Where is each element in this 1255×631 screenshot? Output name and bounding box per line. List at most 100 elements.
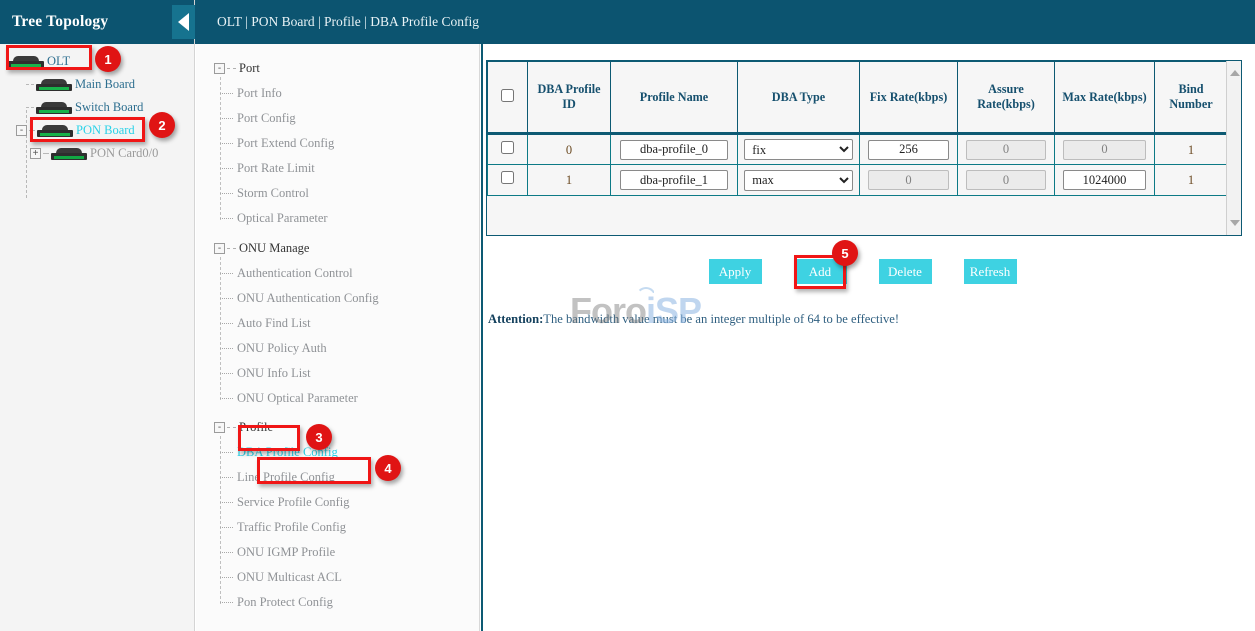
annotation-badge-3: 3 bbox=[306, 424, 332, 450]
column-header-fix-rate: Fix Rate(kbps) bbox=[860, 62, 958, 134]
cell-dba-profile-id: 0 bbox=[528, 134, 611, 165]
menu-item-onu-policy-auth[interactable]: ONU Policy Auth bbox=[237, 336, 479, 361]
attention-label: Attention: bbox=[488, 312, 543, 326]
column-header-bind-number: Bind Number bbox=[1155, 62, 1227, 134]
menu-group-header[interactable]: - ONU Manage bbox=[196, 236, 479, 261]
apply-button[interactable]: Apply bbox=[709, 259, 762, 284]
menu-item-label: Line Profile Config bbox=[237, 470, 335, 485]
menu-item-traffic-profile-config[interactable]: Traffic Profile Config bbox=[237, 515, 479, 540]
cell-fix-rate bbox=[860, 165, 958, 196]
menu-group-onu-manage: - ONU Manage Authentication Control ONU … bbox=[196, 236, 479, 411]
annotation-badge-4: 4 bbox=[375, 455, 401, 481]
menu-item-onu-info-list[interactable]: ONU Info List bbox=[237, 361, 479, 386]
menu-group-profile: - Profile DBA Profile Config Line Profil… bbox=[196, 415, 479, 615]
menu-item-label: Storm Control bbox=[237, 186, 309, 201]
menu-item-onu-multicast-acl[interactable]: ONU Multicast ACL bbox=[237, 565, 479, 590]
menu-item-onu-igmp-profile[interactable]: ONU IGMP Profile bbox=[237, 540, 479, 565]
menu-item-authentication-control[interactable]: Authentication Control bbox=[237, 261, 479, 286]
menu-item-pon-protect-config[interactable]: Pon Protect Config bbox=[237, 590, 479, 615]
dba-type-select[interactable]: max bbox=[744, 170, 852, 191]
cell-profile-name bbox=[611, 165, 738, 196]
menu-item-port-info[interactable]: Port Info bbox=[237, 81, 479, 106]
table-row: 0 fix 1 bbox=[488, 134, 1227, 165]
menu-item-onu-optical-parameter[interactable]: ONU Optical Parameter bbox=[237, 386, 479, 411]
select-all-header bbox=[488, 62, 528, 134]
cell-bind-number: 1 bbox=[1155, 165, 1227, 196]
menu-item-service-profile-config[interactable]: Service Profile Config bbox=[237, 490, 479, 515]
menu-group-items: DBA Profile Config Line Profile Config S… bbox=[196, 440, 479, 615]
tree-expander-expand-icon[interactable]: + bbox=[30, 148, 41, 159]
table-vertical-scrollbar[interactable] bbox=[1226, 61, 1241, 235]
tree-item-main-board[interactable]: Main Board bbox=[0, 73, 194, 96]
attention-note: Attention:The bandwidth value must be an… bbox=[488, 312, 899, 327]
row-checkbox[interactable] bbox=[501, 141, 514, 154]
menu-group-header[interactable]: - Profile bbox=[196, 415, 479, 440]
cell-bind-number: 1 bbox=[1155, 134, 1227, 165]
feature-menu-panel: - Port Port Info Port Config Port Extend… bbox=[196, 44, 480, 631]
menu-item-label: ONU Multicast ACL bbox=[237, 570, 342, 585]
top-header-bar: OLT | PON Board | Profile | DBA Profile … bbox=[195, 0, 1255, 44]
profile-name-input[interactable] bbox=[620, 140, 729, 160]
triangle-down-icon[interactable] bbox=[1230, 220, 1240, 226]
menu-connector-line bbox=[220, 436, 221, 604]
cell-dba-type: max bbox=[738, 165, 860, 196]
menu-connector-line bbox=[220, 257, 221, 400]
menu-item-optical-parameter[interactable]: Optical Parameter bbox=[237, 206, 479, 231]
column-header-profile-name: Profile Name bbox=[611, 62, 738, 134]
menu-item-label: Pon Protect Config bbox=[237, 595, 333, 610]
column-header-assure-rate: Assure Rate(kbps) bbox=[958, 62, 1055, 134]
menu-expander-collapse-icon[interactable]: - bbox=[214, 243, 225, 254]
tree-branch-dash bbox=[43, 153, 49, 154]
tree-topology-sidebar: Tree Topology OLT Main Board bbox=[0, 0, 195, 631]
menu-item-onu-authentication-config[interactable]: ONU Authentication Config bbox=[237, 286, 479, 311]
menu-group-header[interactable]: - Port bbox=[196, 56, 479, 81]
sidebar-title: Tree Topology bbox=[12, 13, 108, 31]
menu-item-storm-control[interactable]: Storm Control bbox=[237, 181, 479, 206]
menu-branch-dash bbox=[227, 248, 236, 249]
profile-name-input[interactable] bbox=[620, 170, 729, 190]
menu-group-port: - Port Port Info Port Config Port Extend… bbox=[196, 56, 479, 231]
cell-assure-rate bbox=[958, 165, 1055, 196]
select-all-checkbox[interactable] bbox=[501, 89, 514, 102]
cell-fix-rate bbox=[860, 134, 958, 165]
tree-item-pon-card[interactable]: + PON Card0/0 bbox=[0, 142, 194, 165]
app-root: Tree Topology OLT Main Board bbox=[0, 0, 1255, 631]
dba-type-select[interactable]: fix bbox=[744, 139, 852, 160]
menu-item-port-config[interactable]: Port Config bbox=[237, 106, 479, 131]
cell-dba-profile-id: 1 bbox=[528, 165, 611, 196]
triangle-up-icon[interactable] bbox=[1230, 70, 1240, 76]
tree-expander-collapse-icon[interactable]: - bbox=[16, 125, 27, 136]
sidebar-collapse-chevron-left-icon[interactable] bbox=[172, 5, 195, 39]
menu-item-label: Port Rate Limit bbox=[237, 161, 315, 176]
menu-item-label: ONU Authentication Config bbox=[237, 291, 379, 306]
menu-item-label: ONU IGMP Profile bbox=[237, 545, 335, 560]
menu-item-port-extend-config[interactable]: Port Extend Config bbox=[237, 131, 479, 156]
chevron-left-icon bbox=[178, 13, 189, 31]
tree-item-label: PON Card0/0 bbox=[90, 146, 158, 161]
cell-max-rate bbox=[1055, 165, 1155, 196]
content-panel: DBA Profile ID Profile Name DBA Type Fix… bbox=[481, 44, 1255, 631]
menu-item-port-rate-limit[interactable]: Port Rate Limit bbox=[237, 156, 479, 181]
menu-item-dba-profile-config[interactable]: DBA Profile Config bbox=[237, 440, 479, 465]
menu-item-label: ONU Policy Auth bbox=[237, 341, 327, 356]
table-scroll-area: DBA Profile ID Profile Name DBA Type Fix… bbox=[487, 61, 1226, 235]
row-checkbox[interactable] bbox=[501, 171, 514, 184]
menu-item-line-profile-config[interactable]: Line Profile Config bbox=[237, 465, 479, 490]
cell-max-rate bbox=[1055, 134, 1155, 165]
delete-button[interactable]: Delete bbox=[879, 259, 932, 284]
menu-expander-collapse-icon[interactable]: - bbox=[214, 63, 225, 74]
menu-group-label: Profile bbox=[239, 420, 273, 435]
menu-group-label: ONU Manage bbox=[239, 241, 309, 256]
column-header-dba-type: DBA Type bbox=[738, 62, 860, 134]
refresh-button[interactable]: Refresh bbox=[964, 259, 1017, 284]
fix-rate-input[interactable] bbox=[868, 140, 950, 160]
max-rate-input[interactable] bbox=[1063, 170, 1147, 190]
menu-expander-collapse-icon[interactable]: - bbox=[214, 422, 225, 433]
breadcrumb: OLT | PON Board | Profile | DBA Profile … bbox=[217, 14, 479, 30]
dba-profile-id-value: 0 bbox=[566, 143, 572, 157]
menu-item-auto-find-list[interactable]: Auto Find List bbox=[237, 311, 479, 336]
annotation-badge-2: 2 bbox=[149, 112, 175, 138]
menu-item-label: Service Profile Config bbox=[237, 495, 349, 510]
tree-branch-dash bbox=[26, 107, 34, 108]
menu-group-items: Authentication Control ONU Authenticatio… bbox=[196, 261, 479, 411]
